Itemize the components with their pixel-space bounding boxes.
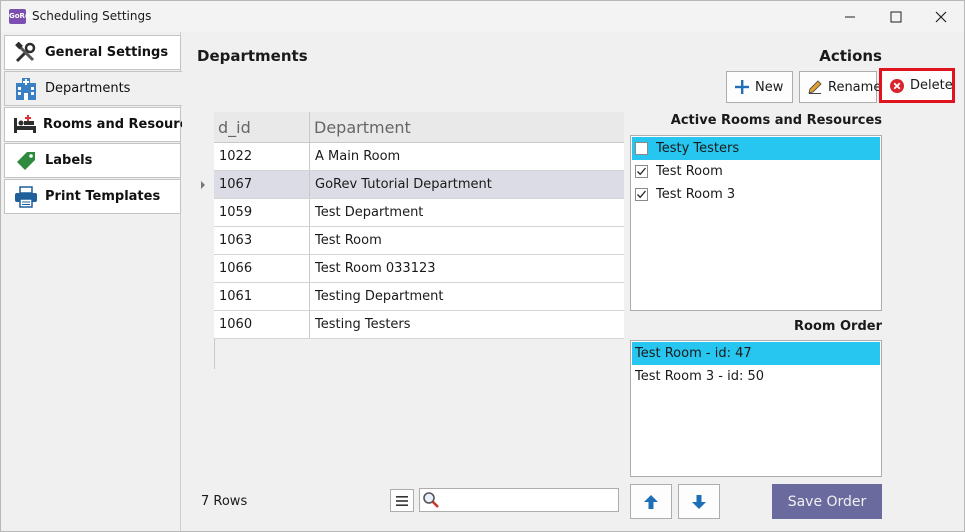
row-indicator-current bbox=[192, 171, 214, 199]
list-item[interactable]: Test Room 3 bbox=[632, 183, 880, 206]
hospital-icon bbox=[13, 77, 39, 100]
sidebar-item-rooms-and-resources[interactable]: Rooms and Resources bbox=[4, 107, 204, 142]
sidebar-item-labels[interactable]: Labels bbox=[4, 143, 181, 178]
grid-menu-button[interactable] bbox=[390, 489, 414, 512]
move-down-button[interactable] bbox=[678, 484, 720, 519]
cell-department: Test Room 033123 bbox=[315, 261, 436, 276]
window-title: Scheduling Settings bbox=[32, 9, 152, 23]
row-count: 7 Rows bbox=[201, 494, 248, 509]
tools-icon bbox=[13, 41, 39, 64]
delete-x-icon bbox=[890, 78, 904, 93]
table-row[interactable]: 1060 Testing Testers bbox=[214, 311, 624, 339]
delete-button[interactable]: Delete bbox=[882, 71, 953, 100]
cell-department: Test Department bbox=[315, 205, 424, 220]
cell-d-id: 1063 bbox=[214, 227, 310, 254]
cell-department: Test Room bbox=[315, 233, 382, 248]
minimize-icon bbox=[845, 16, 855, 17]
table-row-selected[interactable]: 1067 GoRev Tutorial Department bbox=[214, 171, 624, 199]
list-item[interactable]: Test Room 3 - id: 50 bbox=[632, 365, 880, 388]
new-button-label: New bbox=[755, 79, 784, 95]
table-row[interactable]: 1066 Test Room 033123 bbox=[214, 255, 624, 283]
save-order-button[interactable]: Save Order bbox=[772, 484, 882, 519]
departments-grid: d_id Department 1022 A Main Room 1067 Go… bbox=[192, 112, 624, 452]
cell-d-id: 1059 bbox=[214, 199, 310, 226]
search-input[interactable] bbox=[442, 491, 614, 509]
cell-d-id: 1022 bbox=[214, 143, 310, 170]
close-icon bbox=[935, 11, 947, 22]
grid-search[interactable] bbox=[419, 488, 619, 512]
sidebar-item-label: Departments bbox=[45, 81, 131, 96]
app-logo-icon: GoRev bbox=[9, 9, 34, 24]
rename-button[interactable]: Rename bbox=[799, 71, 881, 103]
table-row[interactable]: 1022 A Main Room bbox=[214, 143, 624, 171]
cell-department: Testing Department bbox=[315, 289, 444, 304]
cell-d-id: 1060 bbox=[214, 311, 310, 338]
room-order-heading: Room Order bbox=[794, 319, 882, 334]
room-checkbox[interactable] bbox=[635, 165, 648, 178]
close-button[interactable] bbox=[918, 1, 964, 32]
sidebar-item-label: Labels bbox=[45, 153, 93, 168]
checkmark-icon bbox=[637, 167, 646, 176]
cell-department: GoRev Tutorial Department bbox=[315, 177, 492, 192]
cell-d-id: 1066 bbox=[214, 255, 310, 282]
table-row[interactable]: 1063 Test Room bbox=[214, 227, 624, 255]
list-item[interactable]: Test Room - id: 47 bbox=[632, 342, 880, 365]
arrow-up-icon bbox=[644, 494, 658, 509]
current-row-arrow-icon bbox=[201, 181, 205, 189]
room-checkbox[interactable] bbox=[635, 188, 648, 201]
room-label: Test Room bbox=[656, 164, 723, 179]
cell-d-id: 1067 bbox=[214, 171, 310, 198]
minimize-button[interactable] bbox=[827, 1, 873, 32]
maximize-icon bbox=[890, 11, 902, 22]
sidebar-item-label: General Settings bbox=[45, 45, 169, 60]
column-header-d-id[interactable]: d_id bbox=[214, 112, 310, 143]
settings-window: GoRev Scheduling Settings General Settin… bbox=[0, 0, 965, 532]
list-item[interactable]: Test Room bbox=[632, 160, 880, 183]
sidebar-item-general-settings[interactable]: General Settings bbox=[4, 35, 181, 70]
sidebar-item-label: Print Templates bbox=[45, 189, 161, 204]
room-checkbox[interactable] bbox=[635, 142, 648, 155]
table-row[interactable]: 1059 Test Department bbox=[214, 199, 624, 227]
maximize-button[interactable] bbox=[873, 1, 919, 32]
tag-icon bbox=[13, 150, 39, 172]
sidebar-item-departments[interactable]: Departments bbox=[4, 71, 182, 106]
settings-sidebar: General Settings Departments Rooms and R… bbox=[2, 32, 204, 531]
plus-icon bbox=[735, 80, 749, 94]
row-indicator bbox=[192, 143, 214, 171]
active-rooms-heading: Active Rooms and Resources bbox=[670, 113, 882, 128]
printer-icon bbox=[13, 185, 39, 208]
rename-button-label: Rename bbox=[828, 79, 882, 95]
room-label: Testy Testers bbox=[656, 141, 740, 156]
bed-icon bbox=[13, 114, 37, 136]
move-up-button[interactable] bbox=[630, 484, 672, 519]
column-header-department[interactable]: Department bbox=[310, 112, 624, 143]
arrow-down-icon bbox=[692, 494, 706, 509]
cell-department: Testing Testers bbox=[315, 317, 411, 332]
page-title: Departments bbox=[197, 47, 308, 65]
active-rooms-list: Testy Testers Test Room Test Room 3 bbox=[630, 135, 882, 311]
room-label: Test Room 3 bbox=[656, 187, 736, 202]
checkmark-icon bbox=[637, 190, 646, 199]
list-item[interactable]: Testy Testers bbox=[632, 137, 880, 160]
new-button[interactable]: New bbox=[726, 71, 793, 103]
sidebar-item-print-templates[interactable]: Print Templates bbox=[4, 179, 181, 214]
cell-department: A Main Room bbox=[315, 149, 401, 164]
pencil-icon bbox=[808, 80, 822, 94]
departments-panel: Departments Actions New Rename Delete d_… bbox=[182, 32, 964, 531]
delete-button-label: Delete bbox=[910, 78, 953, 93]
table-row[interactable]: 1061 Testing Department bbox=[214, 283, 624, 311]
room-order-list: Test Room - id: 47 Test Room 3 - id: 50 bbox=[630, 340, 882, 477]
cell-d-id: 1061 bbox=[214, 283, 310, 310]
title-bar: GoRev Scheduling Settings bbox=[1, 1, 964, 32]
hamburger-menu-icon bbox=[396, 495, 408, 506]
search-icon bbox=[422, 491, 440, 513]
grid-header: d_id Department bbox=[214, 112, 624, 143]
actions-heading: Actions bbox=[819, 47, 882, 65]
sidebar-item-label: Rooms and Resources bbox=[43, 117, 204, 132]
